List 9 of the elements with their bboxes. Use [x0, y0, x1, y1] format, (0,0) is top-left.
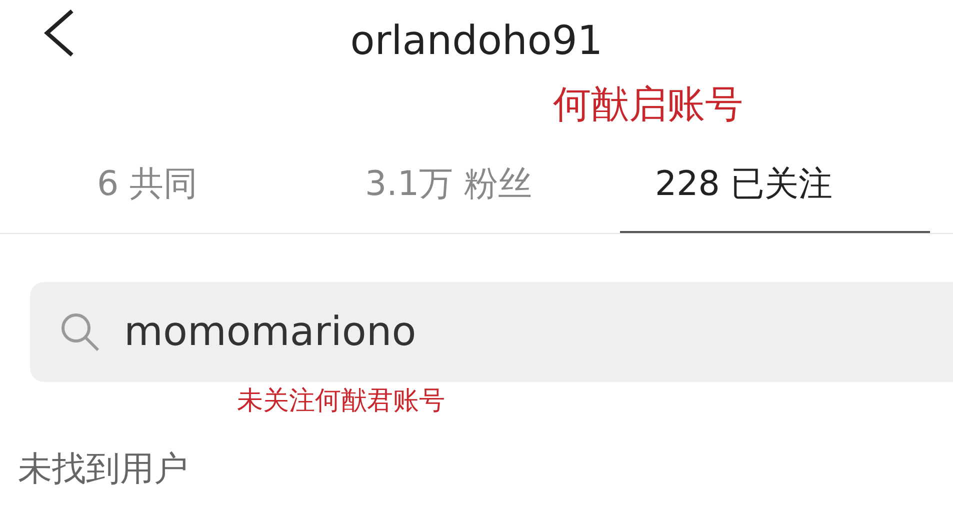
back-icon[interactable]: [42, 8, 76, 58]
username-title: orlandoho91: [350, 17, 603, 66]
search-field[interactable]: momomariono: [30, 282, 953, 382]
annotation-text: 何猷启账号: [553, 81, 743, 128]
stats-tab[interactable]: 228 已关注: [620, 138, 930, 233]
stats-tab[interactable]: 6 共同: [0, 138, 320, 233]
stats-tab[interactable]: 3.1万 粉丝: [320, 138, 620, 233]
empty-message: 未找到用户: [18, 449, 188, 489]
annotation-text: 未关注何猷君账号: [237, 386, 445, 416]
